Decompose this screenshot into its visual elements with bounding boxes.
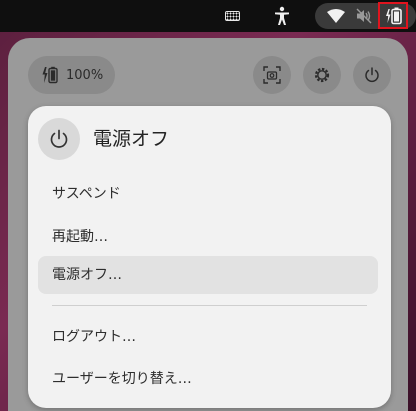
battery-status-button[interactable]: 100% (28, 56, 115, 94)
menu-divider (52, 305, 367, 306)
battery-percentage: 100% (66, 67, 104, 83)
settings-button[interactable] (303, 56, 341, 94)
accessibility-icon[interactable] (271, 5, 293, 27)
log-out-menu-item[interactable]: ログアウト… (38, 318, 378, 356)
screenshot-icon (263, 66, 281, 84)
desktop: 100% 電源オフ サスペンド 再起動… 電源オフ… ログアウト… ユーザーを切… (0, 0, 416, 411)
power-submenu-title: 電源オフ (93, 128, 170, 150)
screenshot-button[interactable] (253, 56, 291, 94)
keyboard-icon[interactable] (222, 8, 242, 24)
battery-charging-icon[interactable] (384, 6, 404, 26)
suspend-menu-item[interactable]: サスペンド (38, 175, 378, 213)
battery-icon (42, 66, 58, 84)
settings-icon (314, 67, 330, 83)
wifi-icon (326, 7, 346, 25)
switch-user-menu-item[interactable]: ユーザーを切り替え… (38, 360, 378, 398)
power-icon (365, 67, 379, 83)
power-icon (38, 118, 80, 160)
power-off-menu-item[interactable]: 電源オフ… (38, 256, 378, 294)
power-menu-button[interactable] (353, 56, 391, 94)
volume-muted-icon (354, 7, 374, 25)
restart-menu-item[interactable]: 再起動… (38, 218, 378, 256)
